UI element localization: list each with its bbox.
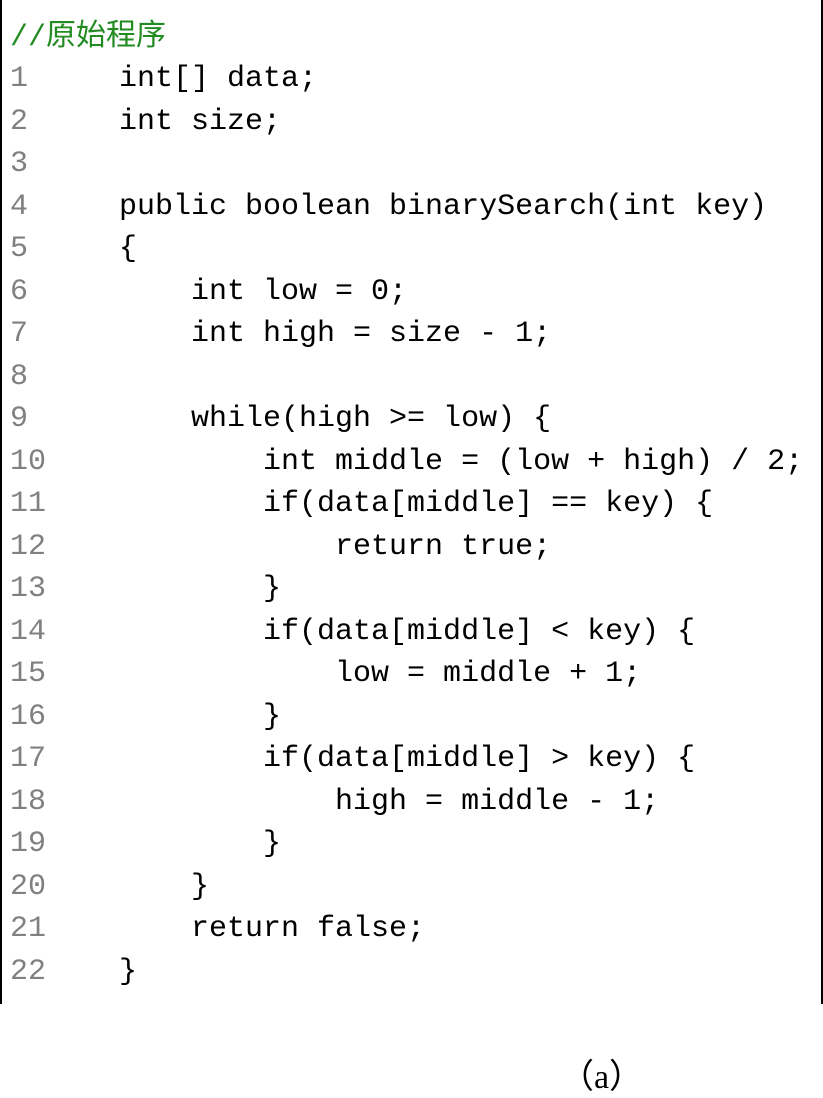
code-listing: 1 int[] data;2 int size;34 public boolea… — [10, 59, 813, 992]
code-content: return false; — [65, 909, 425, 950]
code-line: 10 int middle = (low + high) / 2; — [10, 442, 813, 483]
code-content: int[] data; — [65, 59, 317, 100]
code-line: 3 — [10, 144, 813, 185]
code-line: 13 } — [10, 569, 813, 610]
line-number: 1 — [10, 59, 65, 100]
code-content: low = middle + 1; — [65, 654, 641, 695]
line-number: 12 — [10, 527, 65, 568]
code-line: 19 } — [10, 824, 813, 865]
line-number: 4 — [10, 187, 65, 228]
code-line: 7 int high = size - 1; — [10, 314, 813, 355]
code-content: if(data[middle] == key) { — [65, 484, 713, 525]
line-number: 19 — [10, 824, 65, 865]
figure-label: （a） — [0, 1049, 823, 1098]
line-number: 8 — [10, 357, 65, 398]
code-line: 11 if(data[middle] == key) { — [10, 484, 813, 525]
line-number: 11 — [10, 484, 65, 525]
line-number: 2 — [10, 102, 65, 143]
code-content: } — [65, 952, 137, 993]
code-line: 22 } — [10, 952, 813, 993]
code-line: 2 int size; — [10, 102, 813, 143]
code-line: 15 low = middle + 1; — [10, 654, 813, 695]
code-content: } — [65, 867, 209, 908]
line-number: 15 — [10, 654, 65, 695]
line-number: 5 — [10, 229, 65, 270]
line-number: 22 — [10, 952, 65, 993]
code-line: 21 return false; — [10, 909, 813, 950]
code-line: 8 — [10, 357, 813, 398]
line-number: 20 — [10, 867, 65, 908]
code-content: int low = 0; — [65, 272, 407, 313]
line-number: 18 — [10, 782, 65, 823]
line-number: 3 — [10, 144, 65, 185]
code-line: 17 if(data[middle] > key) { — [10, 739, 813, 780]
code-line: 9 while(high >= low) { — [10, 399, 813, 440]
code-line: 20 } — [10, 867, 813, 908]
code-container: //原始程序 1 int[] data;2 int size;34 public… — [0, 0, 823, 1004]
code-line: 12 return true; — [10, 527, 813, 568]
line-number: 6 — [10, 272, 65, 313]
code-line: 5 { — [10, 229, 813, 270]
code-content: while(high >= low) { — [65, 399, 551, 440]
code-line: 16 } — [10, 697, 813, 738]
line-number: 7 — [10, 314, 65, 355]
code-content: public boolean binarySearch(int key) — [65, 187, 767, 228]
code-content: high = middle - 1; — [65, 782, 659, 823]
comment-line: //原始程序 — [10, 10, 813, 55]
line-number: 10 — [10, 442, 65, 483]
code-content: int size; — [65, 102, 281, 143]
code-line: 4 public boolean binarySearch(int key) — [10, 187, 813, 228]
code-content: int high = size - 1; — [65, 314, 551, 355]
code-line: 18 high = middle - 1; — [10, 782, 813, 823]
code-content: } — [65, 569, 281, 610]
line-number: 13 — [10, 569, 65, 610]
line-number: 16 — [10, 697, 65, 738]
code-content: if(data[middle] > key) { — [65, 739, 695, 780]
line-number: 14 — [10, 612, 65, 653]
line-number: 17 — [10, 739, 65, 780]
code-line: 6 int low = 0; — [10, 272, 813, 313]
code-line: 14 if(data[middle] < key) { — [10, 612, 813, 653]
line-number: 21 — [10, 909, 65, 950]
code-content: int middle = (low + high) / 2; — [65, 442, 803, 483]
code-content: return true; — [65, 527, 551, 568]
code-content: if(data[middle] < key) { — [65, 612, 695, 653]
code-content: { — [65, 229, 137, 270]
line-number: 9 — [10, 399, 65, 440]
code-line: 1 int[] data; — [10, 59, 813, 100]
code-content: } — [65, 697, 281, 738]
code-content: } — [65, 824, 281, 865]
